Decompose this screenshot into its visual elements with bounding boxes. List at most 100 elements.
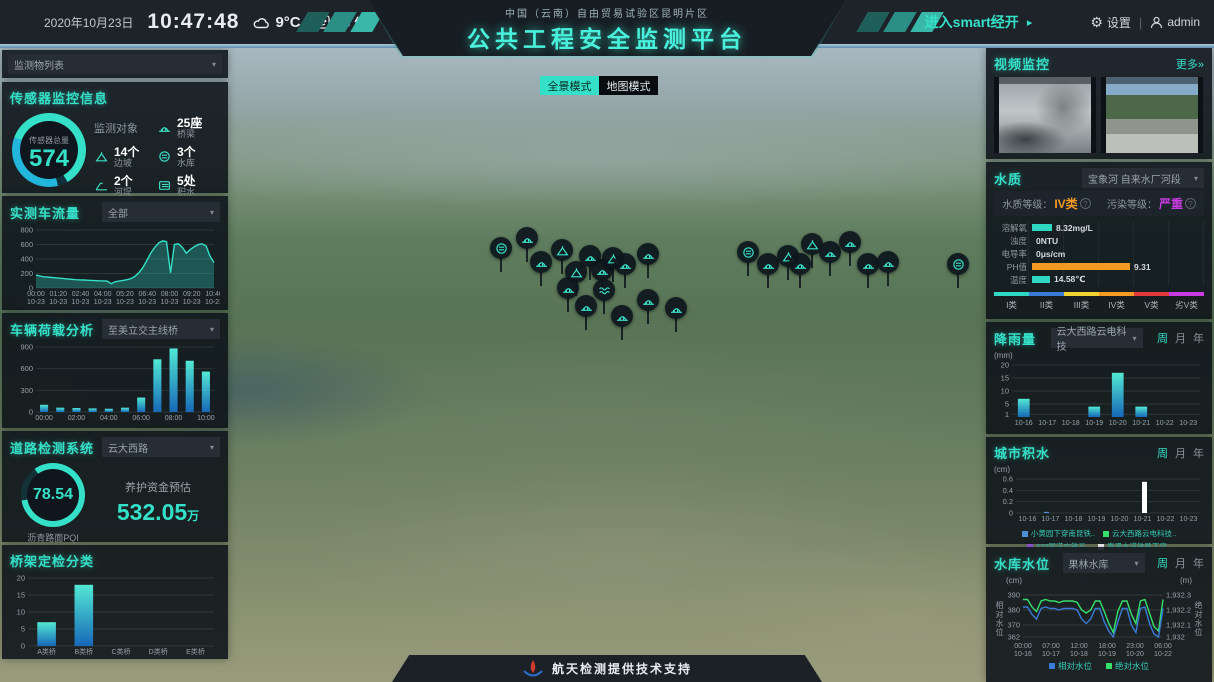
tab-month[interactable]: 月 — [1175, 555, 1186, 571]
map-marker-bridge[interactable] — [877, 251, 899, 289]
settings-button[interactable]: ⚙ 设置 — [1090, 14, 1131, 31]
svg-text:00:00: 00:00 — [27, 291, 45, 298]
video-more-link[interactable]: 更多» — [1176, 56, 1204, 72]
panel-title: 桥架定检分类 — [10, 551, 220, 570]
svg-text:10-23: 10-23 — [94, 299, 112, 306]
sensor-item-dike: 2个河堤 — [94, 175, 157, 197]
tab-year[interactable]: 年 — [1193, 445, 1204, 461]
svg-text:390: 390 — [1007, 591, 1020, 600]
tab-month[interactable]: 月 — [1175, 445, 1186, 461]
svg-text:10-16: 10-16 — [1015, 420, 1033, 427]
urban-water-panel: 城市积水 周 月 年 (cm) 00.20.40.610-1610-1710-1… — [986, 437, 1212, 544]
svg-text:10: 10 — [17, 608, 25, 617]
svg-text:08:00: 08:00 — [165, 415, 183, 422]
smart-portal-link[interactable]: 进入smart经开 — [925, 12, 1019, 32]
svg-text:18:00: 18:00 — [1098, 643, 1116, 650]
bridge-icon — [521, 232, 534, 245]
marker-stem — [526, 247, 528, 262]
svg-text:10-21: 10-21 — [1132, 420, 1150, 427]
svg-text:08:00: 08:00 — [161, 291, 179, 298]
rainfall-panel: 降雨量 云大西路云电科技 ▾ 周 月 年 (mm) 1510152010-161… — [986, 322, 1212, 434]
map-marker-bridge[interactable] — [530, 251, 552, 289]
username: admin — [1167, 15, 1200, 29]
info-icon[interactable]: ? — [1080, 198, 1091, 209]
info-icon[interactable]: ? — [1185, 198, 1196, 209]
water-grade: 水质等级： IV类 ? — [994, 195, 1099, 212]
tab-year[interactable]: 年 — [1193, 330, 1204, 346]
svg-text:10-22: 10-22 — [1157, 516, 1175, 523]
map-marker-bridge[interactable] — [637, 289, 659, 327]
map-marker-reservoir[interactable] — [737, 241, 759, 279]
marker-stem — [829, 261, 831, 276]
map-marker-reservoir[interactable] — [490, 237, 512, 275]
svg-text:1,932: 1,932 — [1166, 633, 1185, 642]
tab-week[interactable]: 周 — [1157, 330, 1168, 346]
dike-icon — [94, 179, 109, 192]
user-menu[interactable]: admin — [1150, 15, 1200, 29]
tab-week[interactable]: 周 — [1157, 445, 1168, 461]
panorama-mode-button[interactable]: 全景模式 — [540, 76, 599, 95]
map-marker-bridge[interactable] — [857, 253, 879, 291]
reservoir-dropdown[interactable]: 果林水库 ▾ — [1063, 553, 1145, 573]
map-marker-bridge[interactable] — [819, 241, 841, 279]
map-marker-bridge[interactable] — [637, 243, 659, 281]
svg-text:20: 20 — [1001, 361, 1009, 370]
reservoir-icon — [952, 258, 965, 271]
panel-title: 传感器监控信息 — [10, 88, 220, 107]
svg-text:1,932.1: 1,932.1 — [1166, 621, 1191, 630]
bridge-icon — [580, 300, 593, 313]
map-marker-bridge[interactable] — [665, 297, 687, 335]
svg-text:04:00: 04:00 — [100, 415, 118, 422]
water-quality-dropdown[interactable]: 宝象河 自来水厂河段 ▾ — [1082, 168, 1204, 188]
pqi-value: 78.54 — [21, 463, 85, 527]
map-marker-bridge[interactable] — [614, 253, 636, 291]
video-monitor-panel: 视频监控 更多» — [986, 48, 1212, 159]
water-quality-panel: 水质 宝象河 自来水厂河段 ▾ 水质等级： IV类 ? 污染等级： 严重 ? 溶… — [986, 162, 1212, 319]
video-thumbnail-1[interactable] — [994, 77, 1096, 153]
wq-row-ph: PH值 9.31 — [994, 260, 1204, 273]
traffic-flow-panel: 实测车流量 全部 ▾ 020040060080000:0010-2301:201… — [2, 196, 228, 310]
svg-text:10-23: 10-23 — [1180, 516, 1198, 523]
tab-month[interactable]: 月 — [1175, 330, 1186, 346]
svg-text:05:20: 05:20 — [116, 291, 134, 298]
pollution-grade: 污染等级： 严重 ? — [1099, 195, 1204, 212]
bridge-inspection-panel: 桥架定检分类 05101520A类桥B类桥C类桥D类桥E类桥 — [2, 545, 228, 659]
current-time: 10:47:48 — [147, 10, 239, 34]
load-bridge-dropdown[interactable]: 至美立交主线桥 ▾ — [102, 319, 220, 339]
traffic-filter-dropdown[interactable]: 全部 ▾ — [102, 202, 220, 222]
map-mode-button[interactable]: 地图模式 — [599, 76, 658, 95]
chevron-down-icon: ▾ — [212, 60, 216, 69]
svg-text:10-17: 10-17 — [1042, 516, 1060, 523]
svg-text:02:00: 02:00 — [68, 415, 86, 422]
tab-week[interactable]: 周 — [1157, 555, 1168, 571]
map-marker-reservoir[interactable] — [947, 253, 969, 291]
video-thumbnail-2[interactable] — [1101, 77, 1203, 153]
svg-text:10-18: 10-18 — [1065, 516, 1083, 523]
wq-row-conductivity: 电导率 0μs/cm — [994, 247, 1204, 260]
road-dropdown[interactable]: 云大西路 ▾ — [102, 437, 220, 457]
decor-slashes-left — [296, 12, 384, 32]
cloud-icon — [253, 16, 271, 29]
weather: 9°C — [253, 14, 300, 31]
svg-text:04:00: 04:00 — [94, 291, 112, 298]
panel-title: 车辆荷载分析 — [10, 320, 94, 339]
svg-text:10-23: 10-23 — [205, 299, 220, 306]
monitor-list-dropdown[interactable]: 监测物列表 ▾ — [8, 54, 222, 74]
double-chevron-icon: » — [1198, 59, 1204, 71]
svg-text:370: 370 — [1007, 621, 1020, 630]
svg-text:00:00: 00:00 — [1014, 643, 1032, 650]
svg-text:C类桥: C类桥 — [111, 647, 130, 656]
tab-year[interactable]: 年 — [1193, 555, 1204, 571]
svg-text:06:00: 06:00 — [132, 415, 150, 422]
svg-text:15: 15 — [1001, 374, 1009, 383]
svg-text:400: 400 — [20, 255, 33, 264]
urban-water-period-tabs: 周 月 年 — [1157, 445, 1204, 461]
settings-label: 设置 — [1107, 14, 1131, 31]
wq-row-temperature: 温度 14.58℃ — [994, 273, 1204, 286]
wq-row-turbidity: 浊度 0NTU — [994, 234, 1204, 247]
chevron-down-icon: ▾ — [1132, 334, 1136, 343]
map-marker-bridge[interactable] — [757, 253, 779, 291]
rainfall-dropdown[interactable]: 云大西路云电科技 ▾ — [1051, 328, 1143, 348]
svg-text:300: 300 — [20, 386, 33, 395]
map-marker-bridge[interactable] — [611, 305, 633, 343]
